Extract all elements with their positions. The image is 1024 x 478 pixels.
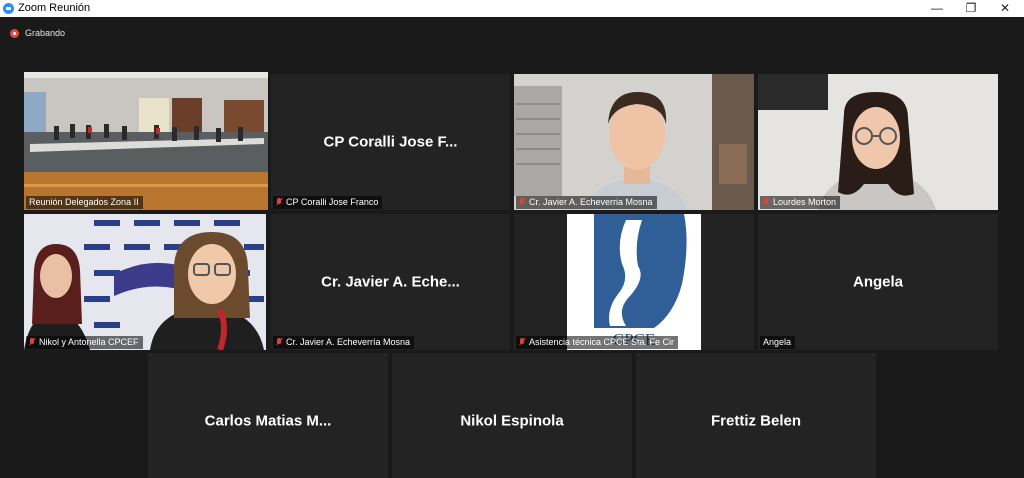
participant-display-name: Frettiz Belen xyxy=(710,412,801,430)
participant-display-name: Cr. Javier A. Eche... xyxy=(321,273,460,291)
participant-tile-echeverria-2[interactable]: Cr. Javier A. Eche... Cr. Javier A. Eche… xyxy=(271,214,510,350)
video-tile-morton[interactable]: Lourdes Morton xyxy=(758,74,998,210)
participant-tile-carlos[interactable]: Carlos Matias M... xyxy=(148,353,388,478)
restore-button[interactable]: ❐ xyxy=(954,0,988,17)
video-tile-room[interactable]: Reunión Delegados Zona II xyxy=(24,72,268,210)
participant-video-man xyxy=(514,74,754,210)
recording-label: Grabando xyxy=(25,28,66,38)
participant-video-woman-glasses xyxy=(758,74,998,210)
participant-tile-angela[interactable]: Angela Angela xyxy=(758,214,998,350)
conference-room-video xyxy=(24,72,268,210)
participant-label: Angela xyxy=(760,336,796,349)
recording-icon xyxy=(10,29,19,38)
title-bar: Zoom Reunión — ❐ ✕ xyxy=(0,0,1024,17)
muted-mic-icon xyxy=(519,198,525,206)
participant-label: Reunión Delegados Zona II xyxy=(26,196,143,209)
muted-mic-icon xyxy=(276,198,282,206)
participant-label: Cr. Javier A. Echeverría Mosna xyxy=(273,336,415,349)
video-tile-nikol-antonella[interactable]: Nikol y Antonella CPCEF xyxy=(24,214,266,350)
participant-label: Lourdes Morton xyxy=(760,196,841,209)
muted-mic-icon xyxy=(519,338,525,346)
participant-label: CP Coralli Jose Franco xyxy=(273,196,383,209)
participant-label: Asistencia técnica CPCE Sta. Fe Cir xyxy=(516,336,679,349)
muted-mic-icon xyxy=(763,198,769,206)
participant-tile-nikol[interactable]: Nikol Espinola xyxy=(392,353,632,478)
video-tile-asistencia[interactable]: CPCE Asistencia técnica CPCE Sta. Fe Cir xyxy=(514,214,754,350)
participant-display-name: Nikol Espinola xyxy=(460,412,564,430)
participant-display-name: Angela xyxy=(852,273,903,291)
participant-tile-frettiz[interactable]: Frettiz Belen xyxy=(636,353,876,478)
minimize-button[interactable]: — xyxy=(920,0,954,17)
participant-tile-coralli[interactable]: CP Coralli Jose F... CP Coralli Jose Fra… xyxy=(271,74,510,210)
muted-mic-icon xyxy=(29,338,35,346)
window-title: Zoom Reunión xyxy=(18,2,91,14)
participant-display-name: Carlos Matias M... xyxy=(204,412,332,430)
muted-mic-icon xyxy=(276,338,282,346)
participant-display-name: CP Coralli Jose F... xyxy=(323,133,458,151)
close-button[interactable]: ✕ xyxy=(988,0,1022,17)
participant-video-two-women xyxy=(24,214,266,350)
cpce-logo-video: CPCE xyxy=(514,214,754,350)
zoom-app-icon xyxy=(3,3,14,14)
video-tile-echeverria[interactable]: Cr. Javier A. Echeverria Mosna xyxy=(514,74,754,210)
participant-label: Cr. Javier A. Echeverria Mosna xyxy=(516,196,657,209)
participant-label: Nikol y Antonella CPCEF xyxy=(26,336,143,349)
